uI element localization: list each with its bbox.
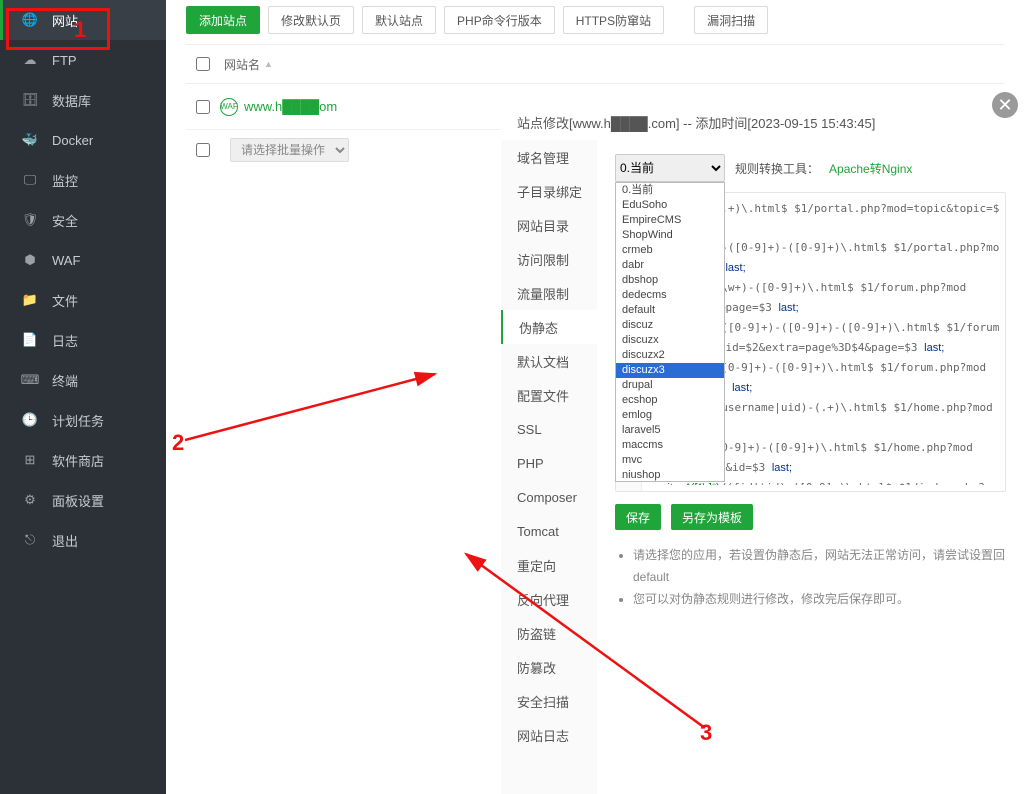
modal-tab-网站日志[interactable]: 网站日志 [501,718,597,752]
docker-icon: 🐳 [22,132,38,148]
folder-icon: 📁 [22,292,38,308]
dropdown-option[interactable]: discuzx3 [616,363,724,378]
modal-tab-PHP[interactable]: PHP [501,446,597,480]
rewrite-rule-dropdown[interactable]: 0.当前EduSohoEmpireCMSShopWindcrmebdabrdbs… [615,182,725,482]
close-icon[interactable]: ✕ [992,92,1018,118]
sidebar-item-label: 网站 [52,11,78,30]
https-defense-button[interactable]: HTTPS防窜站 [563,6,664,34]
waf-badge-icon: WAF [220,98,238,116]
sidebar-item-website[interactable]: 🌐 网站 [0,0,166,40]
modal-tab-流量限制[interactable]: 流量限制 [501,276,597,310]
apache-to-nginx-link[interactable]: Apache转Nginx [829,160,912,177]
sort-caret-icon: ▲ [264,59,273,69]
dropdown-option[interactable]: ShopWind [616,228,724,243]
site-edit-modal: 站点修改[www.h████.com] -- 添加时间[2023-09-15 1… [501,104,1024,794]
toolbar: 添加站点 修改默认页 默认站点 PHP命令行版本 HTTPS防窜站 漏洞扫描 [166,0,1024,44]
sidebar-item-terminal[interactable]: ⌨ 终端 [0,360,166,400]
modal-tab-默认文档[interactable]: 默认文档 [501,344,597,378]
tips: 请选择您的应用，若设置伪静态后，网站无法正常访问，请尝试设置回default 您… [615,544,1006,610]
logout-icon: ⎋ [22,532,38,548]
save-as-template-button[interactable]: 另存为模板 [671,504,753,530]
sidebar-item-docker[interactable]: 🐳 Docker [0,120,166,160]
firewall-icon: ⬢ [22,252,38,268]
cloud-icon: ☁ [22,52,38,68]
sidebar-item-store[interactable]: ⊞ 软件商店 [0,440,166,480]
sidebar-item-settings[interactable]: ⚙ 面板设置 [0,480,166,520]
dropdown-option[interactable]: EmpireCMS [616,213,724,228]
dropdown-option[interactable]: emlog [616,408,724,423]
table-header: 网站名 ▲ [186,44,1004,84]
dropdown-option[interactable]: EduSoho [616,198,724,213]
clock-icon: 🕒 [22,412,38,428]
monitor-icon: 🖵 [22,172,38,188]
modal-tab-配置文件[interactable]: 配置文件 [501,378,597,412]
dropdown-option[interactable]: discuzx [616,333,724,348]
modal-tab-反向代理[interactable]: 反向代理 [501,582,597,616]
bulk-checkbox[interactable] [196,143,210,157]
sidebar-item-security[interactable]: 🛡 安全 [0,200,166,240]
php-cli-button[interactable]: PHP命令行版本 [444,6,555,34]
dropdown-option[interactable]: 0.当前 [616,183,724,198]
shield-icon: 🛡 [22,212,38,228]
row-checkbox[interactable] [196,100,210,114]
modal-tab-网站目录[interactable]: 网站目录 [501,208,597,242]
gear-icon: ⚙ [22,492,38,508]
modal-tab-防篡改[interactable]: 防篡改 [501,650,597,684]
col-site-name[interactable]: 网站名 ▲ [220,56,273,73]
sidebar-item-monitor[interactable]: 🖵 监控 [0,160,166,200]
dropdown-option[interactable]: dbshop [616,273,724,288]
modal-tab-重定向[interactable]: 重定向 [501,548,597,582]
sidebar: 🌐 网站 ☁ FTP 🗄 数据库 🐳 Docker 🖵 监控 🛡 安全 ⬢ WA… [0,0,166,794]
sidebar-item-files[interactable]: 📁 文件 [0,280,166,320]
dropdown-option[interactable]: dabr [616,258,724,273]
dropdown-option[interactable]: laravel5 [616,423,724,438]
dropdown-option[interactable]: niushop [616,468,724,482]
modal-tab-SSL[interactable]: SSL [501,412,597,446]
modal-tab-防盗链[interactable]: 防盗链 [501,616,597,650]
database-icon: 🗄 [22,92,38,108]
log-icon: 📄 [22,332,38,348]
modal-tab-安全扫描[interactable]: 安全扫描 [501,684,597,718]
modify-default-button[interactable]: 修改默认页 [268,6,354,34]
modal-tab-访问限制[interactable]: 访问限制 [501,242,597,276]
sidebar-item-database[interactable]: 🗄 数据库 [0,80,166,120]
modal-tab-Composer[interactable]: Composer [501,480,597,514]
dropdown-option[interactable]: discuz [616,318,724,333]
sidebar-item-logout[interactable]: ⎋ 退出 [0,520,166,560]
terminal-icon: ⌨ [22,372,38,388]
dropdown-option[interactable]: ecshop [616,393,724,408]
sidebar-item-logs[interactable]: 📄 日志 [0,320,166,360]
modal-tab-域名管理[interactable]: 域名管理 [501,140,597,174]
dropdown-option[interactable]: mvc [616,453,724,468]
modal-tab-伪静态[interactable]: 伪静态 [501,310,597,344]
main-area: 添加站点 修改默认页 默认站点 PHP命令行版本 HTTPS防窜站 漏洞扫描 网… [166,0,1024,794]
modal-tabs: 域名管理子目录绑定网站目录访问限制流量限制伪静态默认文档配置文件SSLPHPCo… [501,140,597,794]
modal-tab-子目录绑定[interactable]: 子目录绑定 [501,174,597,208]
sidebar-item-waf[interactable]: ⬢ WAF [0,240,166,280]
select-all-checkbox[interactable] [196,57,210,71]
dropdown-option[interactable]: discuzx2 [616,348,724,363]
dropdown-option[interactable]: default [616,303,724,318]
store-icon: ⊞ [22,452,38,468]
sidebar-item-ftp[interactable]: ☁ FTP [0,40,166,80]
save-button[interactable]: 保存 [615,504,661,530]
sidebar-item-cron[interactable]: 🕒 计划任务 [0,400,166,440]
modal-title: 站点修改[www.h████.com] -- 添加时间[2023-09-15 1… [501,104,1024,140]
dropdown-option[interactable]: dedecms [616,288,724,303]
rewrite-rule-select[interactable]: 0.当前 [615,154,725,182]
modal-content: 0.当前 0.当前EduSohoEmpireCMSShopWindcrmebda… [597,140,1024,794]
globe-icon: 🌐 [22,12,38,28]
modal-tab-Tomcat[interactable]: Tomcat [501,514,597,548]
dropdown-option[interactable]: maccms [616,438,724,453]
vuln-scan-button[interactable]: 漏洞扫描 [694,6,768,34]
bulk-action-select[interactable]: 请选择批量操作 [230,138,349,162]
rule-tool-label: 规则转换工具： [735,160,819,177]
site-link[interactable]: WAF www.h████om [220,98,337,116]
dropdown-option[interactable]: drupal [616,378,724,393]
default-site-button[interactable]: 默认站点 [362,6,436,34]
add-site-button[interactable]: 添加站点 [186,6,260,34]
dropdown-option[interactable]: crmeb [616,243,724,258]
